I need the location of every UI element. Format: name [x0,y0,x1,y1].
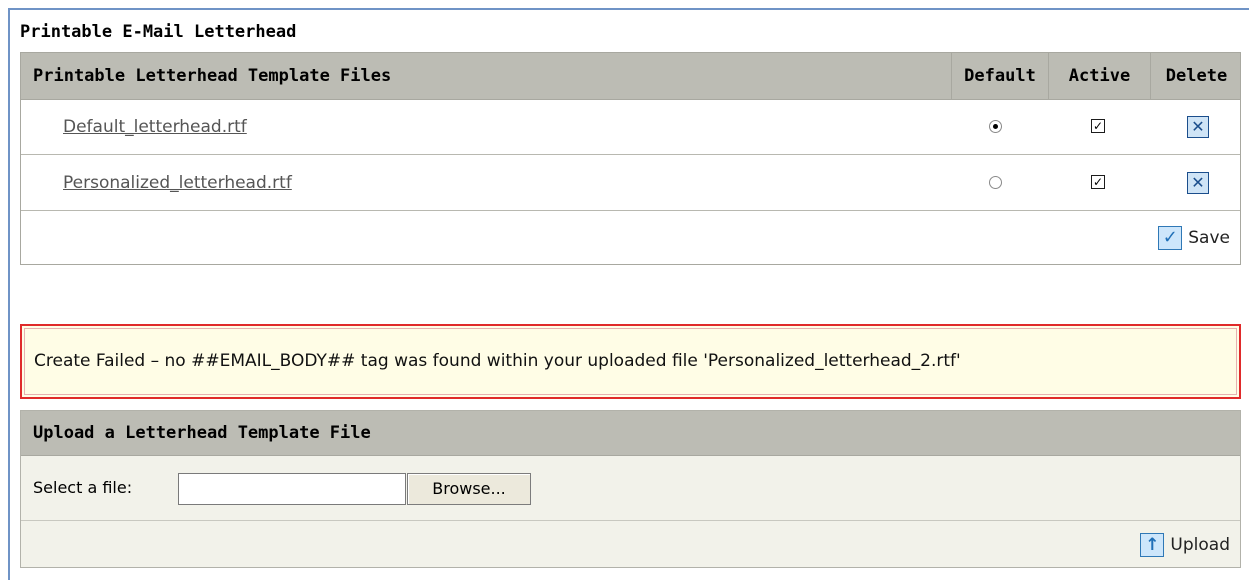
letterhead-table: Printable Letterhead Template Files Defa… [20,52,1241,265]
default-radio[interactable] [989,176,1002,189]
table-row: Personalized_letterhead.rtf ✓ ✕ [21,155,1240,211]
error-message-box: Create Failed – no ##EMAIL_BODY## tag wa… [20,324,1241,399]
file-link-default-letterhead[interactable]: Default_letterhead.rtf [63,99,247,155]
upload-section: Upload a Letterhead Template File Select… [20,410,1241,568]
upload-button[interactable]: ↑ Upload [1140,531,1230,559]
save-label: Save [1188,228,1230,248]
table-footer: ✓ Save [21,211,1240,265]
active-checkbox[interactable]: ✓ [1091,119,1105,133]
upload-title: Upload a Letterhead Template File [33,423,371,443]
upload-footer: ↑ Upload [21,521,1240,568]
column-header-delete: Delete [1150,53,1242,99]
table-row: Default_letterhead.rtf ✓ ✕ [21,99,1240,155]
save-button[interactable]: ✓ Save [1158,224,1230,252]
default-radio[interactable] [989,120,1002,133]
upload-header: Upload a Letterhead Template File [21,411,1240,456]
delete-icon[interactable]: ✕ [1187,172,1209,194]
checkmark-icon: ✓ [1158,226,1183,250]
error-message: Create Failed – no ##EMAIL_BODY## tag wa… [34,351,961,371]
active-checkbox[interactable]: ✓ [1091,175,1105,189]
file-path-input[interactable] [178,473,406,505]
browse-button[interactable]: Browse... [407,473,531,505]
column-header-active: Active [1048,53,1150,99]
select-file-label: Select a file: [33,478,133,497]
file-select-row: Select a file: Browse... [21,456,1240,521]
table-header: Printable Letterhead Template Files Defa… [21,53,1240,100]
arrow-up-icon: ↑ [1140,533,1165,557]
column-header-files: Printable Letterhead Template Files [33,66,392,86]
file-link-personalized-letterhead[interactable]: Personalized_letterhead.rtf [63,155,292,211]
page-title: Printable E-Mail Letterhead [20,22,297,42]
delete-icon[interactable]: ✕ [1187,116,1209,138]
upload-label: Upload [1170,535,1230,555]
column-header-default: Default [951,53,1048,99]
